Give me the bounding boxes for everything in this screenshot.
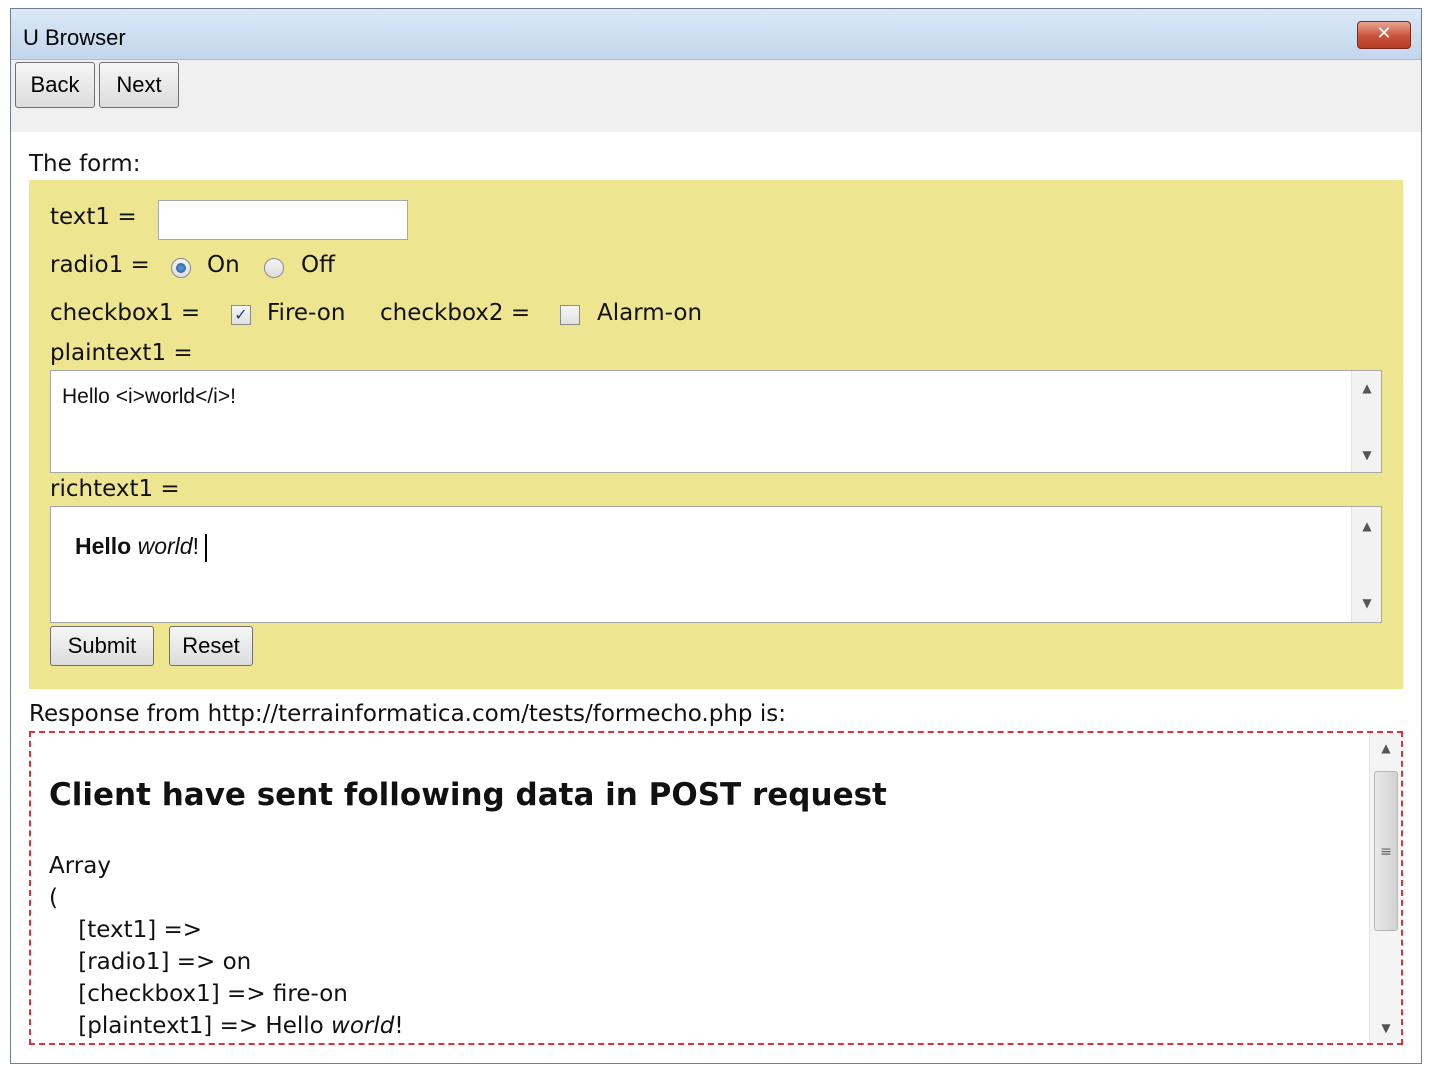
reset-button[interactable]: Reset [169, 626, 253, 666]
window-title: U Browser [23, 25, 126, 50]
response-label: Response from http://terrainformatica.co… [29, 701, 786, 727]
richtext1-scrollbar[interactable]: ▲ ▼ [1351, 507, 1381, 622]
checkbox2-option-label[interactable]: Alarm-on [597, 300, 702, 326]
checkbox1-checkbox[interactable]: ✓ [231, 305, 251, 325]
next-button[interactable]: Next [99, 62, 179, 108]
checkbox1-option-label[interactable]: Fire-on [267, 300, 345, 326]
text-caret [204, 533, 207, 562]
close-button[interactable]: ✕ [1357, 21, 1411, 49]
scroll-down-icon[interactable]: ▼ [1352, 448, 1382, 462]
radio1-on-radio[interactable] [171, 258, 191, 278]
close-icon: ✕ [1376, 23, 1392, 44]
radio1-off-radio[interactable] [264, 258, 284, 278]
back-button[interactable]: Back [15, 62, 95, 108]
plaintext1-scrollbar[interactable]: ▲ ▼ [1351, 371, 1381, 472]
response-scrollbar[interactable]: ▲ ≡ ▼ [1369, 733, 1401, 1043]
checkbox1-label: checkbox1 = [50, 300, 201, 326]
radio1-label: radio1 = [50, 252, 150, 278]
text1-label: text1 = [50, 204, 137, 230]
submit-button[interactable]: Submit [50, 626, 154, 666]
response-line: [text1] => [49, 917, 203, 943]
scroll-up-icon[interactable]: ▲ [1352, 519, 1382, 533]
response-line: Array [49, 853, 111, 879]
response-line-prefix: [plaintext1] => Hello [49, 1013, 332, 1039]
richtext1-content: Hello world! [75, 533, 207, 562]
text1-input[interactable] [158, 200, 408, 240]
response-line: [radio1] => on [49, 949, 252, 975]
form-caption: The form: [29, 151, 141, 177]
response-line-italic: world [331, 1013, 395, 1039]
radio1-off-label[interactable]: Off [301, 252, 335, 278]
richtext1-bold-text: Hello [75, 533, 132, 559]
toolbar: Back Next [11, 60, 1421, 132]
page-content: The form: text1 = radio1 = On Off checkb… [11, 133, 1421, 1053]
response-line: [checkbox1] => fire-on [49, 981, 348, 1007]
form-panel: text1 = radio1 = On Off checkbox1 = ✓ Fi… [29, 180, 1403, 689]
scroll-down-icon[interactable]: ▼ [1370, 1021, 1401, 1035]
title-bar: U Browser ✕ [11, 9, 1421, 60]
richtext1-tail-text: ! [192, 533, 199, 559]
checkbox2-label: checkbox2 = [380, 300, 531, 326]
richtext1-label: richtext1 = [50, 476, 180, 502]
response-heading: Client have sent following data in POST … [49, 777, 887, 813]
scroll-thumb[interactable]: ≡ [1374, 771, 1398, 931]
browser-window: U Browser ✕ Back Next The form: text1 = … [10, 8, 1422, 1064]
scroll-up-icon[interactable]: ▲ [1370, 741, 1401, 755]
scroll-down-icon[interactable]: ▼ [1352, 596, 1382, 610]
response-line-suffix: ! [394, 1013, 404, 1039]
plaintext1-value: Hello <i>world</i>! [62, 385, 236, 408]
scroll-up-icon[interactable]: ▲ [1352, 381, 1382, 395]
plaintext1-textarea[interactable]: Hello <i>world</i>! ▲ ▼ [50, 370, 1382, 473]
response-line-plaintext: [plaintext1] => Hello world! [49, 1013, 404, 1039]
response-line: ( [49, 885, 58, 911]
checkmark-icon: ✓ [234, 305, 248, 324]
grip-icon: ≡ [1380, 844, 1392, 860]
richtext1-italic-text: world [137, 533, 193, 559]
plaintext1-label: plaintext1 = [50, 340, 193, 366]
response-frame: Client have sent following data in POST … [29, 731, 1403, 1045]
radio1-on-label[interactable]: On [207, 252, 240, 278]
checkbox2-checkbox[interactable] [560, 305, 580, 325]
richtext1-editor[interactable]: Hello world! ▲ ▼ [50, 506, 1382, 623]
